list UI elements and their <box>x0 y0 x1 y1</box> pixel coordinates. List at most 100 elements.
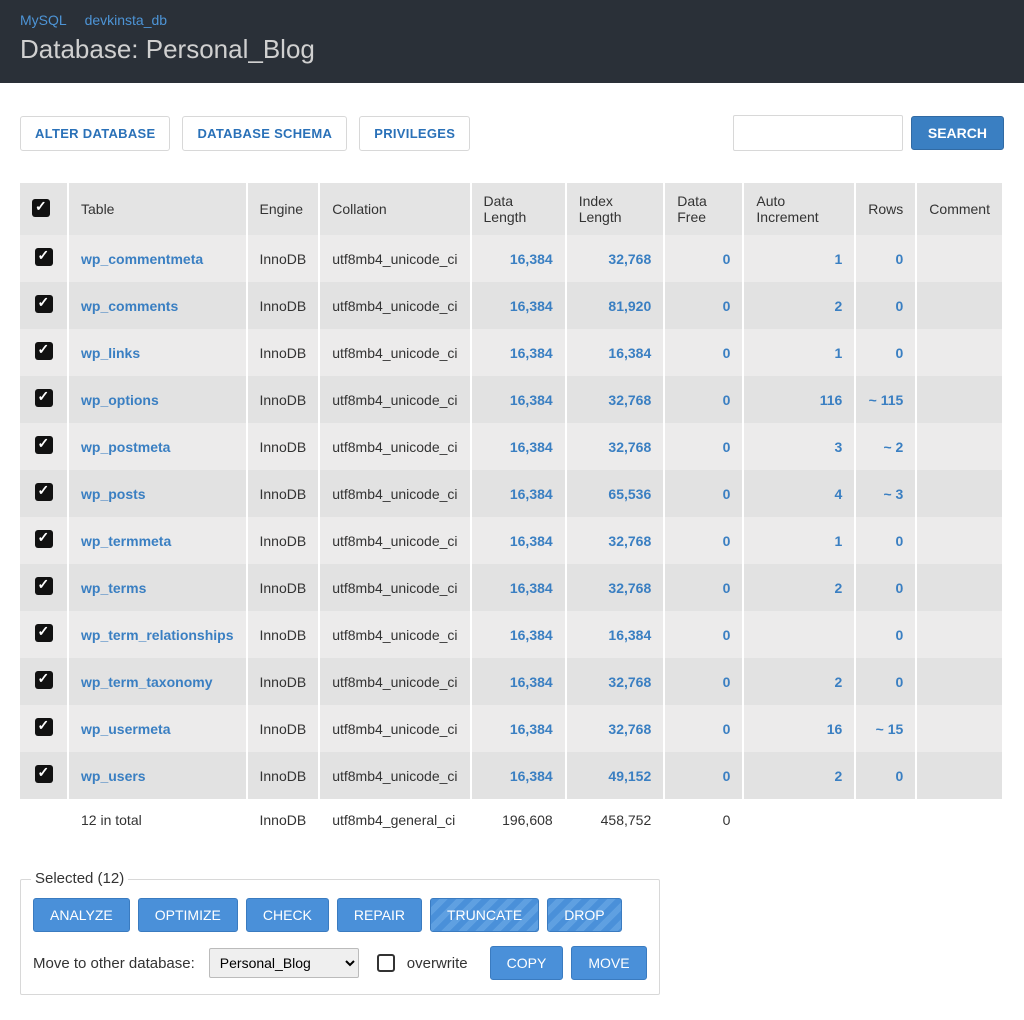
col-data-length[interactable]: Data Length <box>471 183 566 235</box>
row-checkbox[interactable] <box>35 765 53 783</box>
col-data-free[interactable]: Data Free <box>664 183 743 235</box>
cell-comment <box>916 658 1003 705</box>
table-row: wp_posts InnoDB utf8mb4_unicode_ci 16,38… <box>20 470 1003 517</box>
table-name-link[interactable]: wp_commentmeta <box>81 251 203 267</box>
cell-index-length: 32,768 <box>566 705 665 752</box>
table-name-link[interactable]: wp_terms <box>81 580 146 596</box>
col-index-length[interactable]: Index Length <box>566 183 665 235</box>
cell-auto-increment: 16 <box>743 705 855 752</box>
table-name-link[interactable]: wp_term_taxonomy <box>81 674 212 690</box>
copy-button[interactable]: COPY <box>490 946 564 980</box>
breadcrumb-mysql[interactable]: MySQL <box>20 12 67 28</box>
col-rows[interactable]: Rows <box>855 183 916 235</box>
move-button[interactable]: MOVE <box>571 946 646 980</box>
row-checkbox[interactable] <box>35 577 53 595</box>
repair-button[interactable]: REPAIR <box>337 898 422 932</box>
cell-collation: utf8mb4_unicode_ci <box>319 282 470 329</box>
search-button[interactable]: SEARCH <box>911 116 1004 150</box>
cell-rows: ~ 3 <box>855 470 916 517</box>
toolbar: ALTER DATABASE DATABASE SCHEMA PRIVILEGE… <box>20 115 1004 151</box>
table-name-link[interactable]: wp_termmeta <box>81 533 171 549</box>
table-name-link[interactable]: wp_term_relationships <box>81 627 234 643</box>
cell-comment <box>916 282 1003 329</box>
check-button[interactable]: CHECK <box>246 898 329 932</box>
row-checkbox[interactable] <box>35 530 53 548</box>
cell-data-free: 0 <box>664 517 743 564</box>
cell-comment <box>916 705 1003 752</box>
table-row: wp_commentmeta InnoDB utf8mb4_unicode_ci… <box>20 235 1003 282</box>
table-name-link[interactable]: wp_comments <box>81 298 178 314</box>
cell-data-length: 16,384 <box>471 611 566 658</box>
cell-index-length: 32,768 <box>566 235 665 282</box>
cell-data-free: 0 <box>664 705 743 752</box>
col-auto-increment[interactable]: Auto Increment <box>743 183 855 235</box>
cell-collation: utf8mb4_unicode_ci <box>319 376 470 423</box>
row-checkbox[interactable] <box>35 483 53 501</box>
table-name-link[interactable]: wp_options <box>81 392 159 408</box>
cell-rows: 0 <box>855 517 916 564</box>
search-input[interactable] <box>733 115 903 151</box>
privileges-button[interactable]: PRIVILEGES <box>359 116 470 151</box>
truncate-button[interactable]: TRUNCATE <box>430 898 539 932</box>
cell-index-length: 81,920 <box>566 282 665 329</box>
totals-data-length: 196,608 <box>471 799 566 841</box>
cell-auto-increment: 1 <box>743 235 855 282</box>
breadcrumb-devkinsta-db[interactable]: devkinsta_db <box>85 12 168 28</box>
analyze-button[interactable]: ANALYZE <box>33 898 130 932</box>
cell-engine: InnoDB <box>247 423 320 470</box>
cell-auto-increment: 2 <box>743 752 855 799</box>
cell-data-length: 16,384 <box>471 329 566 376</box>
cell-auto-increment: 1 <box>743 517 855 564</box>
alter-database-button[interactable]: ALTER DATABASE <box>20 116 170 151</box>
table-row: wp_comments InnoDB utf8mb4_unicode_ci 16… <box>20 282 1003 329</box>
cell-data-length: 16,384 <box>471 235 566 282</box>
row-checkbox[interactable] <box>35 248 53 266</box>
cell-engine: InnoDB <box>247 517 320 564</box>
row-checkbox[interactable] <box>35 436 53 454</box>
cell-collation: utf8mb4_unicode_ci <box>319 423 470 470</box>
select-all-checkbox[interactable] <box>32 199 50 217</box>
main-content: ALTER DATABASE DATABASE SCHEMA PRIVILEGE… <box>0 83 1024 1015</box>
row-checkbox[interactable] <box>35 624 53 642</box>
optimize-button[interactable]: OPTIMIZE <box>138 898 238 932</box>
totals-index-length: 458,752 <box>566 799 665 841</box>
row-checkbox[interactable] <box>35 718 53 736</box>
cell-comment <box>916 564 1003 611</box>
table-name-link[interactable]: wp_postmeta <box>81 439 170 455</box>
cell-rows: ~ 2 <box>855 423 916 470</box>
row-checkbox[interactable] <box>35 389 53 407</box>
cell-index-length: 49,152 <box>566 752 665 799</box>
row-checkbox[interactable] <box>35 671 53 689</box>
cell-rows: 0 <box>855 564 916 611</box>
cell-auto-increment: 4 <box>743 470 855 517</box>
col-collation[interactable]: Collation <box>319 183 470 235</box>
table-name-link[interactable]: wp_links <box>81 345 140 361</box>
move-database-select[interactable]: Personal_Blog <box>209 948 359 978</box>
table-row: wp_term_taxonomy InnoDB utf8mb4_unicode_… <box>20 658 1003 705</box>
move-label: Move to other database: <box>33 955 195 972</box>
col-comment[interactable]: Comment <box>916 183 1003 235</box>
table-name-link[interactable]: wp_users <box>81 768 146 784</box>
cell-comment <box>916 470 1003 517</box>
cell-data-free: 0 <box>664 329 743 376</box>
overwrite-checkbox[interactable] <box>377 954 395 972</box>
cell-data-free: 0 <box>664 376 743 423</box>
table-row: wp_links InnoDB utf8mb4_unicode_ci 16,38… <box>20 329 1003 376</box>
cell-collation: utf8mb4_unicode_ci <box>319 329 470 376</box>
cell-data-free: 0 <box>664 470 743 517</box>
cell-engine: InnoDB <box>247 611 320 658</box>
col-table[interactable]: Table <box>68 183 247 235</box>
cell-index-length: 16,384 <box>566 611 665 658</box>
table-name-link[interactable]: wp_posts <box>81 486 146 502</box>
row-checkbox[interactable] <box>35 342 53 360</box>
col-engine[interactable]: Engine <box>247 183 320 235</box>
cell-auto-increment: 2 <box>743 564 855 611</box>
database-schema-button[interactable]: DATABASE SCHEMA <box>182 116 347 151</box>
table-row: wp_users InnoDB utf8mb4_unicode_ci 16,38… <box>20 752 1003 799</box>
cell-data-free: 0 <box>664 611 743 658</box>
drop-button[interactable]: DROP <box>547 898 621 932</box>
cell-auto-increment: 2 <box>743 658 855 705</box>
cell-index-length: 32,768 <box>566 658 665 705</box>
table-name-link[interactable]: wp_usermeta <box>81 721 170 737</box>
row-checkbox[interactable] <box>35 295 53 313</box>
